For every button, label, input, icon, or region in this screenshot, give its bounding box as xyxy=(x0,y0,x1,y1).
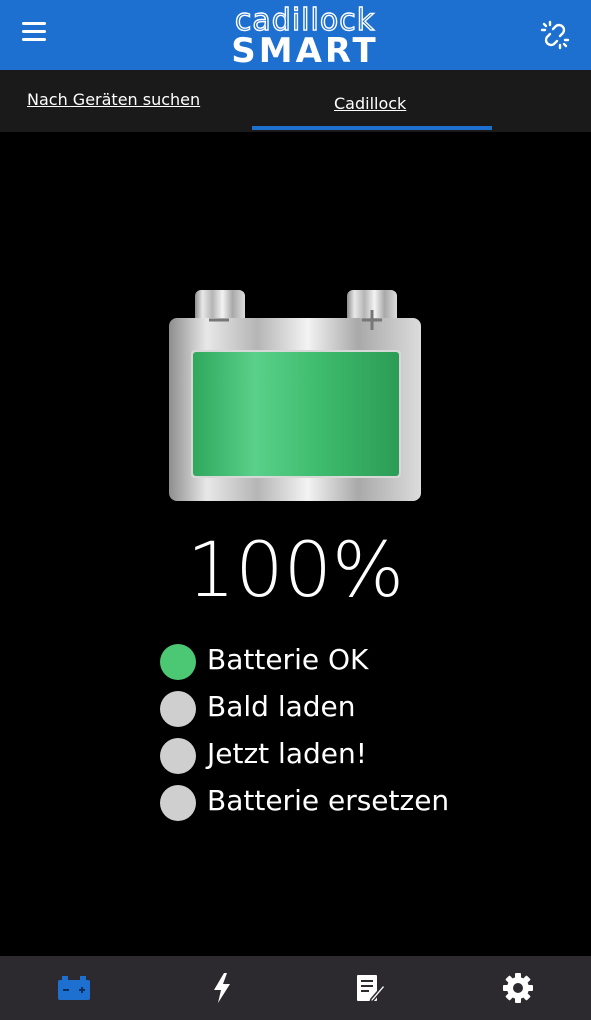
status-label: Bald laden xyxy=(207,690,356,723)
status-item-charge-soon: Bald laden xyxy=(160,687,500,734)
status-dot-icon xyxy=(160,691,196,727)
status-label: Batterie OK xyxy=(207,643,369,676)
menu-icon[interactable] xyxy=(22,22,48,48)
bottom-navigation xyxy=(0,956,591,1020)
app-header: cadillock SMART xyxy=(0,0,591,70)
logo-bottom-text: SMART xyxy=(231,31,379,71)
tab-cadillock[interactable]: Cadillock xyxy=(334,94,406,113)
nav-battery[interactable] xyxy=(0,956,147,1020)
nav-charging[interactable] xyxy=(148,956,295,1020)
nav-settings[interactable] xyxy=(444,956,591,1020)
battery-percent: 100% xyxy=(186,525,405,614)
notes-icon xyxy=(356,975,386,1004)
battery-graphic xyxy=(165,288,427,503)
tab-search-devices[interactable]: Nach Geräten suchen xyxy=(27,90,200,109)
tab-bar: Nach Geräten suchen Cadillock xyxy=(0,70,591,132)
status-dot-icon xyxy=(160,785,196,821)
lightning-icon xyxy=(213,973,230,1003)
status-label: Jetzt laden! xyxy=(207,737,367,770)
disconnect-link-icon[interactable] xyxy=(540,20,570,50)
status-dot-icon xyxy=(160,644,196,680)
app-logo: cadillock SMART xyxy=(170,5,440,71)
battery-status-list: Batterie OK Bald laden Jetzt laden! Batt… xyxy=(160,640,500,828)
status-dot-icon xyxy=(160,738,196,774)
status-label: Batterie ersetzen xyxy=(207,784,450,817)
status-item-replace: Batterie ersetzen xyxy=(160,781,500,828)
nav-notes[interactable] xyxy=(296,956,443,1020)
battery-icon xyxy=(57,976,90,1000)
active-tab-indicator xyxy=(252,126,492,130)
status-item-ok: Batterie OK xyxy=(160,640,500,687)
status-item-charge-now: Jetzt laden! xyxy=(160,734,500,781)
battery-charge-fill xyxy=(193,352,399,476)
gear-icon xyxy=(502,973,533,1003)
